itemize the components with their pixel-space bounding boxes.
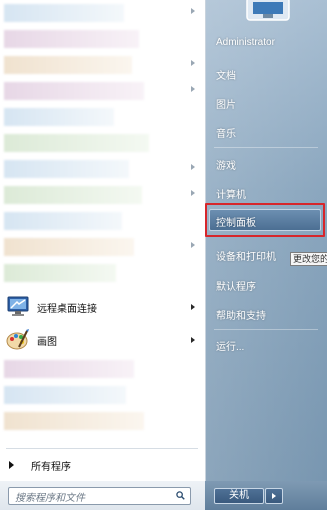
recent-programs-blurred (0, 356, 205, 446)
blurred-program-item[interactable] (0, 0, 205, 26)
paint-palette-icon (5, 327, 31, 353)
blurred-program-item[interactable] (0, 208, 205, 234)
blurred-program-item[interactable] (0, 356, 205, 382)
menu-divider (6, 448, 198, 449)
documents-link[interactable]: 文档 (216, 67, 236, 85)
pictures-link[interactable]: 图片 (216, 96, 236, 114)
menu-separator (214, 329, 318, 330)
devices-printers-link[interactable]: 设备和打印机 (216, 248, 276, 266)
tooltip: 更改您的 (290, 252, 327, 266)
program-item-label: 画图 (37, 336, 57, 348)
all-programs-button[interactable]: 所有程序 (0, 454, 205, 476)
program-item-label: 远程桌面连接 (37, 303, 97, 315)
remote-desktop-icon (5, 294, 31, 320)
music-link[interactable]: 音乐 (216, 125, 236, 143)
chevron-right-icon (272, 493, 276, 499)
blurred-program-item[interactable] (0, 52, 205, 78)
submenu-arrow-icon[interactable] (191, 337, 195, 343)
programs-pane: 远程桌面连接 画图 所有程序 (0, 0, 206, 481)
blurred-program-item[interactable] (0, 130, 205, 156)
blurred-program-item[interactable] (0, 260, 205, 286)
blurred-program-item[interactable] (0, 26, 205, 52)
games-link[interactable]: 游戏 (216, 157, 236, 175)
shutdown-options-button[interactable] (265, 488, 283, 504)
blurred-program-item[interactable] (0, 408, 205, 434)
blurred-program-item[interactable] (0, 382, 205, 408)
help-support-link[interactable]: 帮助和支持 (216, 307, 266, 325)
blurred-program-item[interactable] (0, 234, 205, 260)
expand-arrow-icon (9, 461, 14, 469)
search-icon[interactable] (176, 491, 185, 500)
control-panel-link[interactable]: 控制面板 (216, 214, 256, 232)
search-input[interactable] (15, 491, 165, 506)
program-item-paint[interactable]: 画图 (0, 325, 205, 355)
program-item-remote-desktop[interactable]: 远程桌面连接 (0, 292, 205, 322)
blurred-program-item[interactable] (0, 78, 205, 104)
menu-separator (214, 147, 318, 148)
user-picture[interactable] (243, 0, 293, 22)
run-link[interactable]: 运行... (216, 338, 244, 356)
blurred-program-item[interactable] (0, 104, 205, 130)
all-programs-label: 所有程序 (31, 461, 71, 473)
blurred-program-item[interactable] (0, 156, 205, 182)
start-menu: 远程桌面连接 画图 所有程序 Administrator 文档 图片 音乐 游戏… (0, 0, 327, 510)
computer-link[interactable]: 计算机 (216, 186, 246, 204)
submenu-arrow-icon[interactable] (191, 304, 195, 310)
pinned-programs-blurred (0, 0, 205, 292)
user-name-link[interactable]: Administrator (216, 37, 275, 55)
blurred-program-item[interactable] (0, 182, 205, 208)
search-box[interactable] (8, 487, 191, 506)
shutdown-button[interactable]: 关机 (214, 488, 264, 504)
default-programs-link[interactable]: 默认程序 (216, 278, 256, 296)
